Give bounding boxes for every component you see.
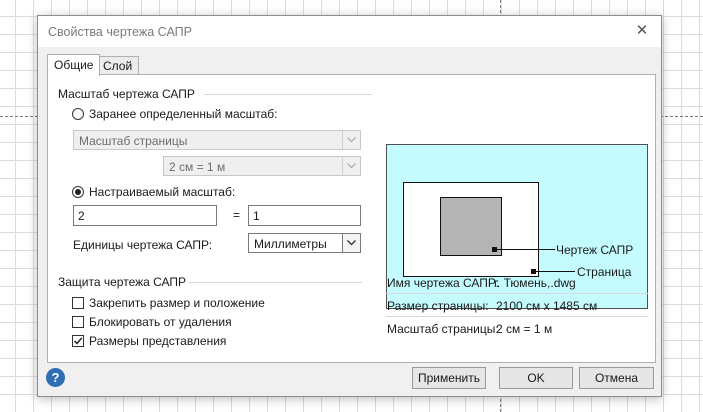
custom-scale-radio[interactable] <box>72 186 84 198</box>
view-extents-checkbox[interactable] <box>72 335 84 347</box>
chevron-down-icon <box>342 131 360 149</box>
predefined-scale-label: Заранее определенный масштаб: <box>89 107 278 121</box>
cad-drawing-block <box>440 197 502 256</box>
radio-selected-dot <box>75 189 81 195</box>
page-scale-value: 2 см = 1 м <box>496 322 553 336</box>
custom-scale-label: Настраиваемый масштаб: <box>89 185 236 199</box>
custom-scale-right-input[interactable] <box>248 205 361 226</box>
scale-group-divider <box>204 94 372 95</box>
lock-delete-checkbox[interactable] <box>72 316 84 328</box>
cad-name-value: г. Тюмень,.dwg <box>494 276 576 290</box>
preview-drawing-label: Чертеж САПР <box>556 243 634 257</box>
dialog-titlebar: Свойства чертежа САПР ✕ <box>38 16 661 47</box>
protection-group-title: Защита чертежа САПР <box>58 275 187 289</box>
chevron-down-icon <box>342 234 360 252</box>
preview-page-label: Страница <box>577 265 632 279</box>
page-size-label: Размер страницы: <box>387 299 489 313</box>
cad-units-select[interactable]: Миллиметры <box>248 233 361 253</box>
page-handle-icon <box>531 269 536 274</box>
lock-size-position-label: Закрепить размер и положение <box>89 296 265 310</box>
tab-general[interactable]: Общие <box>47 54 101 76</box>
protection-group-divider <box>188 282 362 283</box>
tab-layer-label: Слой <box>103 59 133 73</box>
lock-delete-label: Блокировать от удаления <box>89 315 232 329</box>
drawing-handle-icon <box>492 247 497 252</box>
info-divider-2 <box>386 316 648 317</box>
cad-units-label: Единицы чертежа САПР: <box>73 238 213 252</box>
apply-button[interactable]: Применить <box>412 367 486 389</box>
lock-size-position-checkbox[interactable] <box>72 297 84 309</box>
equals-sign: = <box>233 208 241 222</box>
general-tab-panel: Масштаб чертежа САПР Заранее определенны… <box>47 74 656 363</box>
chevron-down-icon <box>342 157 360 175</box>
cancel-button[interactable]: Отмена <box>579 367 654 389</box>
tab-general-label: Общие <box>54 58 94 72</box>
cad-units-value: Миллиметры <box>254 237 327 251</box>
dialog-title: Свойства чертежа САПР <box>48 25 192 39</box>
predefined-scale-radio[interactable] <box>72 108 84 120</box>
predefined-scale-type-value: Масштаб страницы <box>79 134 188 148</box>
view-extents-label: Размеры представления <box>89 334 227 348</box>
page-scale-label: Масштаб страницы: <box>387 322 499 336</box>
ok-button[interactable]: OK <box>499 367 573 389</box>
page-size-value: 2100 см x 1485 см <box>496 299 598 313</box>
help-icon[interactable]: ? <box>46 368 65 387</box>
predefined-scale-ratio-select[interactable]: 2 см = 1 м <box>163 156 361 176</box>
checkmark-icon <box>73 337 83 345</box>
cad-name-label: Имя чертежа САПР: <box>387 276 499 290</box>
custom-scale-left-input[interactable] <box>73 205 217 226</box>
predefined-scale-type-select[interactable]: Масштаб страницы <box>73 130 361 150</box>
tab-layer[interactable]: Слой <box>96 56 140 75</box>
close-icon[interactable]: ✕ <box>631 21 653 41</box>
predefined-scale-ratio-value: 2 см = 1 м <box>169 160 226 174</box>
scale-group-title: Масштаб чертежа САПР <box>58 87 195 101</box>
info-divider-1 <box>386 293 648 294</box>
cad-drawing-properties-dialog: Свойства чертежа САПР ✕ Общие Слой Масшт… <box>37 15 662 397</box>
